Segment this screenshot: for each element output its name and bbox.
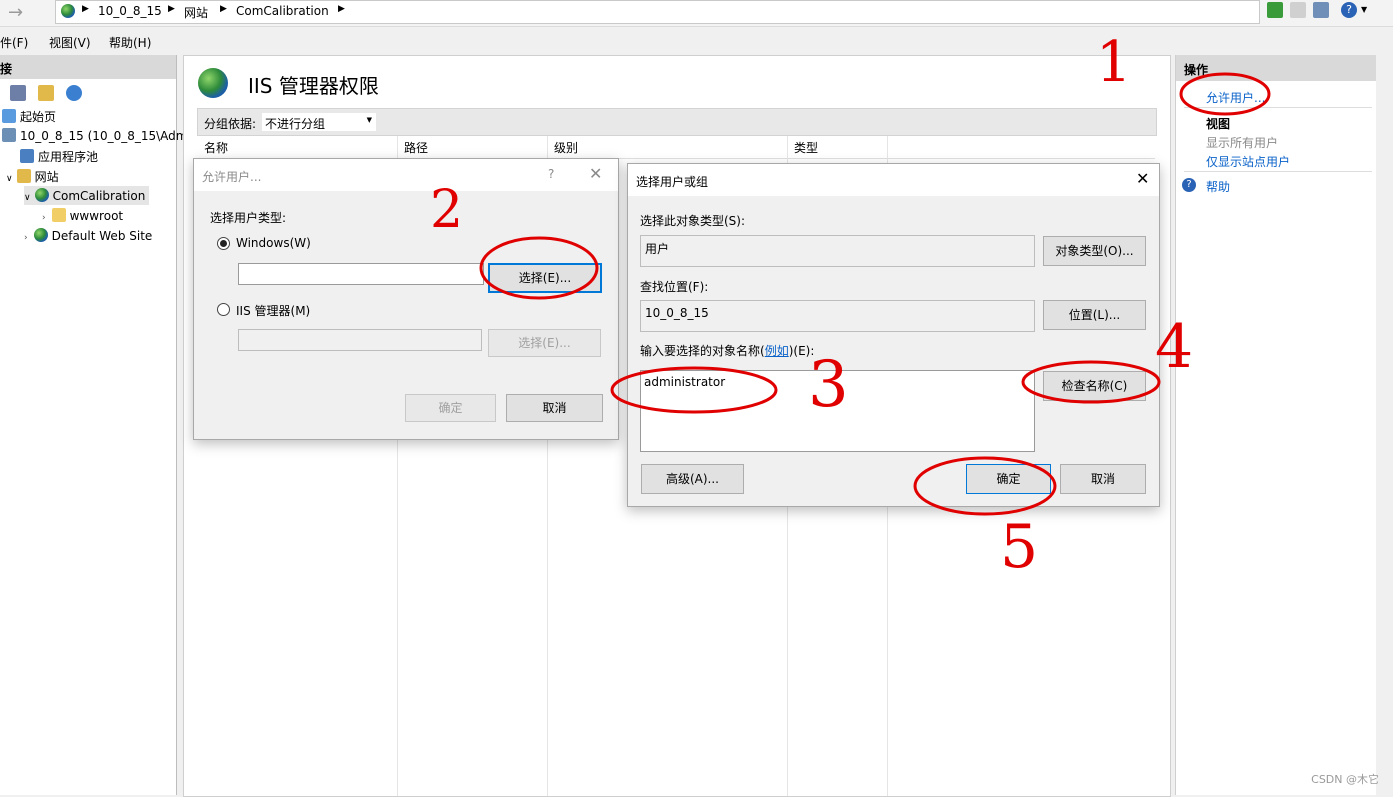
- annotation-number: 2: [430, 180, 464, 240]
- annotation-number: 1: [1096, 30, 1132, 95]
- annotation-circle-5: [913, 456, 1057, 516]
- annotation-layer: [479, 72, 1271, 516]
- annotation-number: 5: [1000, 512, 1039, 582]
- annotation-circle-1: [1179, 72, 1271, 116]
- annotation-number: 4: [1155, 312, 1194, 382]
- annotation-circle-2: [479, 236, 599, 300]
- annotation-number: 3: [808, 348, 849, 422]
- annotation-circle-3: [610, 366, 778, 414]
- annotation-circle-4: [1021, 360, 1161, 404]
- watermark: CSDN @木它: [1311, 773, 1379, 786]
